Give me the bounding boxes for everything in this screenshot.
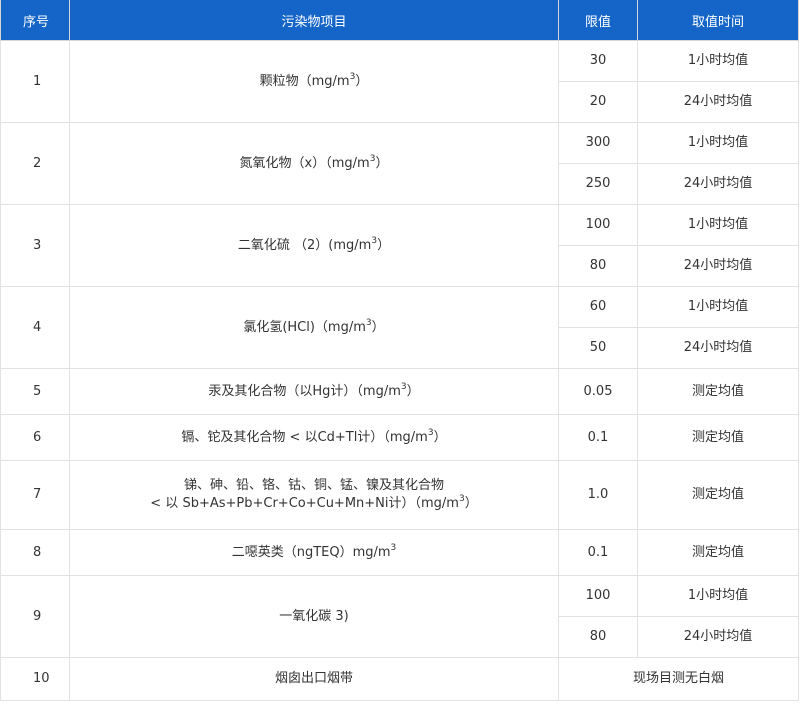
header-item: 污染物项目 bbox=[69, 0, 559, 41]
header-period: 取值时间 bbox=[637, 0, 799, 41]
pollutant-name: 锑、砷、铅、铬、钴、铜、锰、镍及其化合物 < 以 Sb+As+Pb+Cr+Co+… bbox=[69, 460, 559, 530]
limit-value: 100 bbox=[558, 575, 638, 617]
pollutant-name: 汞及其化合物（以Hg计）（mg/m3） bbox=[69, 368, 559, 415]
table-row: 3 二氧化硫 （2）(mg/m3） 100 1小时均值 bbox=[0, 204, 799, 287]
limit-value: 20 bbox=[558, 81, 638, 123]
averaging-period: 1小时均值 bbox=[637, 204, 799, 246]
pollutant-name: 氮氧化物（x）（mg/m3） bbox=[69, 122, 559, 205]
averaging-period: 24小时均值 bbox=[637, 163, 799, 205]
pollutant-name: 二噁英类（ngTEQ）mg/m3 bbox=[69, 529, 559, 576]
limit-value: 60 bbox=[558, 286, 638, 328]
table-row: 1 颗粒物（mg/m3） 30 1小时均值 bbox=[0, 40, 799, 123]
table-row: 7 锑、砷、铅、铬、钴、铜、锰、镍及其化合物 < 以 Sb+As+Pb+Cr+C… bbox=[0, 460, 799, 530]
limit-value: 80 bbox=[558, 245, 638, 287]
averaging-period: 1小时均值 bbox=[637, 286, 799, 328]
row-index: 8 bbox=[0, 529, 70, 576]
averaging-period: 24小时均值 bbox=[637, 327, 799, 369]
limit-value: 300 bbox=[558, 122, 638, 164]
limit-value: 50 bbox=[558, 327, 638, 369]
header-index: 序号 bbox=[0, 0, 70, 41]
row-index: 1 bbox=[0, 40, 70, 123]
averaging-period: 24小时均值 bbox=[637, 616, 799, 658]
averaging-period: 测定均值 bbox=[637, 368, 799, 415]
table-row: 9 一氧化碳 3) 100 1小时均值 bbox=[0, 575, 799, 658]
averaging-period: 测定均值 bbox=[637, 529, 799, 576]
limit-value: 100 bbox=[558, 204, 638, 246]
averaging-period: 24小时均值 bbox=[637, 81, 799, 123]
pollutant-name: 二氧化硫 （2）(mg/m3） bbox=[69, 204, 559, 287]
pollutant-name: 一氧化碳 3) bbox=[69, 575, 559, 658]
table-row: 8 二噁英类（ngTEQ）mg/m3 0.1 测定均值 bbox=[0, 529, 799, 576]
averaging-period: 1小时均值 bbox=[637, 575, 799, 617]
header-row: 序号 污染物项目 限值 取值时间 bbox=[0, 0, 799, 41]
limit-value: 0.1 bbox=[558, 529, 638, 576]
pollutant-name-line1: 锑、砷、铅、铬、钴、铜、锰、镍及其化合物 bbox=[183, 478, 444, 493]
row-index: 2 bbox=[0, 122, 70, 205]
pollutant-name-line2: < 以 Sb+As+Pb+Cr+Co+Cu+Mn+Ni计）（mg/m3） bbox=[150, 494, 478, 512]
row-index: 9 bbox=[0, 575, 70, 658]
pollutant-name: 烟囱出口烟带 bbox=[69, 657, 559, 701]
pollutant-name: 镉、铊及其化合物 < 以Cd+Tl计）（mg/m3） bbox=[69, 414, 559, 461]
row-index: 4 bbox=[0, 286, 70, 369]
averaging-period: 测定均值 bbox=[637, 460, 799, 530]
row-index: 5 bbox=[0, 368, 70, 415]
limit-value: 80 bbox=[558, 616, 638, 658]
averaging-period: 1小时均值 bbox=[637, 122, 799, 164]
limit-value: 0.1 bbox=[558, 414, 638, 461]
emission-limits-table: 序号 污染物项目 限值 取值时间 1 颗粒物（mg/m3） 30 1小时均值 2… bbox=[0, 0, 799, 701]
averaging-period: 1小时均值 bbox=[637, 40, 799, 82]
limit-value: 30 bbox=[558, 40, 638, 82]
limit-value: 1.0 bbox=[558, 460, 638, 530]
limit-value: 0.05 bbox=[558, 368, 638, 415]
table-row: 6 镉、铊及其化合物 < 以Cd+Tl计）（mg/m3） 0.1 测定均值 bbox=[0, 414, 799, 461]
table-row: 5 汞及其化合物（以Hg计）（mg/m3） 0.05 测定均值 bbox=[0, 368, 799, 415]
merged-requirement: 现场目测无白烟 bbox=[558, 657, 799, 701]
table-row: 2 氮氧化物（x）（mg/m3） 300 1小时均值 bbox=[0, 122, 799, 205]
row-index: 7 bbox=[0, 460, 70, 530]
pollutant-name: 颗粒物（mg/m3） bbox=[69, 40, 559, 123]
row-index: 10 bbox=[0, 657, 70, 701]
row-index: 3 bbox=[0, 204, 70, 287]
averaging-period: 测定均值 bbox=[637, 414, 799, 461]
table-row: 10 烟囱出口烟带 现场目测无白烟 bbox=[0, 657, 799, 701]
averaging-period: 24小时均值 bbox=[637, 245, 799, 287]
limit-value: 250 bbox=[558, 163, 638, 205]
header-limit: 限值 bbox=[558, 0, 638, 41]
table-row: 4 氯化氢(HCl)（mg/m3） 60 1小时均值 bbox=[0, 286, 799, 369]
pollutant-name: 氯化氢(HCl)（mg/m3） bbox=[69, 286, 559, 369]
row-index: 6 bbox=[0, 414, 70, 461]
